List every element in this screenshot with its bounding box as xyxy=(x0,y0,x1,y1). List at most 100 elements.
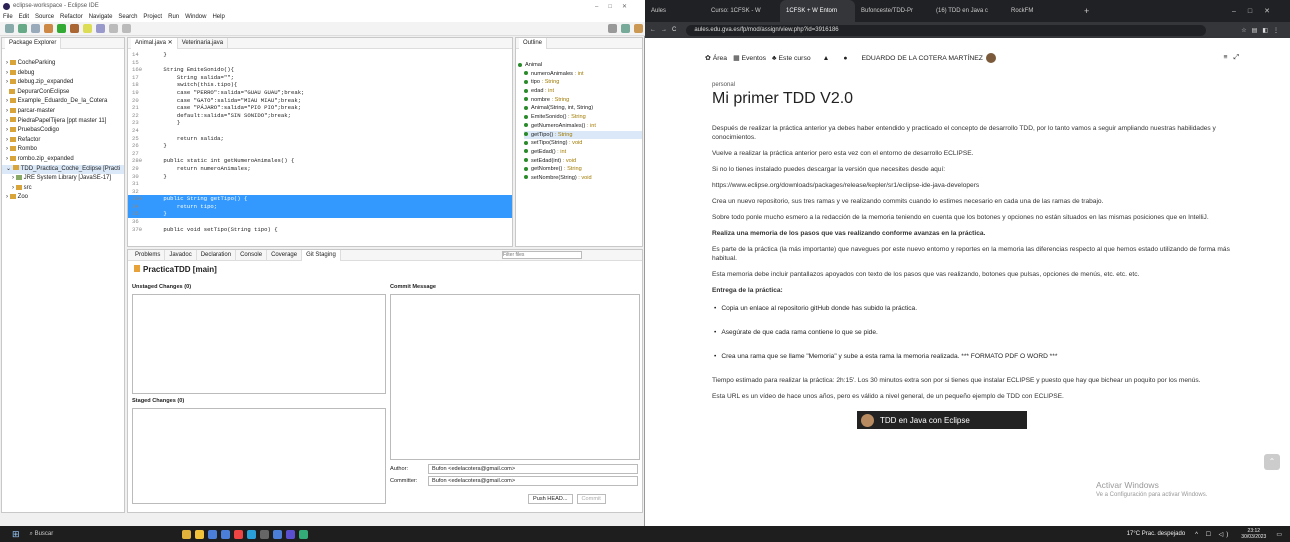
java-perspective-icon[interactable] xyxy=(634,24,643,33)
outline-item[interactable]: getNombre() : String xyxy=(524,165,642,174)
taskbar-search[interactable]: ⌕ Buscar xyxy=(30,531,180,538)
nav-eventos[interactable]: Eventos xyxy=(741,55,766,62)
committer-field[interactable]: Bufon <edelacotera@gmail.com> xyxy=(428,476,638,486)
app-icon[interactable] xyxy=(298,529,308,539)
bell-icon[interactable]: ▲ xyxy=(823,55,830,62)
code-line[interactable]: 20 case "GATO":salida="MIAU MIAU";break; xyxy=(128,97,512,105)
tree-item[interactable]: › Zoo xyxy=(2,193,124,203)
code-line[interactable]: 30 } xyxy=(128,173,512,181)
code-line[interactable]: 21 case "PÁJARO":salida="PIO PIO";break; xyxy=(128,104,512,112)
tab-veterinaria-java[interactable]: Veterinaria.java xyxy=(178,37,229,49)
outline-item[interactable]: Animal(String, int, String) xyxy=(524,104,642,113)
menu-help[interactable]: Help xyxy=(209,14,227,20)
chat-icon[interactable]: ● xyxy=(843,55,847,62)
outline-item[interactable]: setTipo(String) : void xyxy=(524,139,642,148)
tree-item[interactable]: › debug xyxy=(2,69,124,79)
code-line[interactable]: 15 xyxy=(128,59,512,67)
tab-declaration[interactable]: Declaration xyxy=(197,249,237,261)
tree-item[interactable]: › PiedraPapelTijera [ppt master 11] xyxy=(2,117,124,127)
code-line[interactable]: 33⊖ public String getTipo() { xyxy=(128,195,512,203)
tab-coverage[interactable]: Coverage xyxy=(267,249,303,261)
nav-buttons-icon[interactable]: ←→C xyxy=(645,27,686,33)
code-line[interactable]: 17 String salida=""; xyxy=(128,74,512,82)
tab-github[interactable]: Bufonceste/TDD-Pr xyxy=(855,0,930,22)
weather[interactable]: 17°C Prac. despejado xyxy=(1127,531,1185,537)
tab-outline[interactable]: Outline xyxy=(519,37,548,49)
code-line[interactable]: 36 xyxy=(128,218,512,226)
tab-package-explorer[interactable]: Package Explorer xyxy=(5,37,62,49)
tree-item[interactable]: › src xyxy=(2,184,124,194)
menu-run[interactable]: Run xyxy=(165,14,182,20)
tree-item[interactable]: ⌄ TDD_Practica_Coche_Eclipse [Practi xyxy=(2,164,124,175)
outline-item[interactable]: numeroAnimales : int xyxy=(524,70,642,79)
run-icon[interactable] xyxy=(57,24,66,33)
outline-item[interactable]: setNombre(String) : void xyxy=(524,174,642,183)
app-icon[interactable] xyxy=(259,529,269,539)
tree-item[interactable]: › Rombo xyxy=(2,145,124,155)
code-line[interactable]: 26 } xyxy=(128,142,512,150)
tab-problems[interactable]: Problems xyxy=(131,249,166,261)
nav-curso[interactable]: Este curso xyxy=(779,55,811,62)
edge-icon[interactable] xyxy=(246,529,256,539)
new-java-class-icon[interactable] xyxy=(83,24,92,33)
url-field[interactable]: aules.edu.gva.es/fp/mod/assign/view.php?… xyxy=(686,24,1207,36)
code-line[interactable]: 25 return salida; xyxy=(128,135,512,143)
coverage-icon[interactable] xyxy=(70,24,79,33)
menu-refactor[interactable]: Refactor xyxy=(57,14,86,20)
menu-file[interactable]: File xyxy=(0,14,16,20)
menu-search[interactable]: Search xyxy=(115,14,140,20)
tree-item[interactable]: › PruebasCodigo xyxy=(2,126,124,136)
app-icon[interactable] xyxy=(220,529,230,539)
clock[interactable]: 23:12 30/03/2023 xyxy=(1241,528,1266,540)
user-name[interactable]: EDUARDO DE LA COTERA MARTÍNEZ xyxy=(861,55,982,62)
commit-button[interactable]: Commit xyxy=(576,494,606,504)
code-line[interactable]: 23 } xyxy=(128,119,512,127)
nav-area[interactable]: Área xyxy=(713,55,727,62)
chrome-icon[interactable] xyxy=(233,529,243,539)
tree-item[interactable]: › CocheParking xyxy=(2,59,124,69)
commit-message-input[interactable] xyxy=(390,294,640,460)
code-line[interactable]: 32 xyxy=(128,188,512,196)
new-icon[interactable] xyxy=(5,24,14,33)
code-line[interactable]: 22 default:salida="SIN SONIDO";break; xyxy=(128,112,512,120)
file-explorer-icon[interactable] xyxy=(194,529,204,539)
open-type-icon[interactable] xyxy=(96,24,105,33)
menu-source[interactable]: Source xyxy=(32,14,57,20)
tab-youtube[interactable]: (16) TDD en Java c xyxy=(930,0,1005,22)
outline-item[interactable]: Animal xyxy=(518,61,642,70)
tab-entornos[interactable]: 1CFSK + W Entorn xyxy=(780,0,855,22)
window-controls-icon[interactable]: –□✕ xyxy=(1232,7,1282,15)
author-field[interactable]: Bufon <edelacotera@gmail.com> xyxy=(428,464,638,474)
code-line[interactable]: 31 xyxy=(128,180,512,188)
perspective-icon[interactable] xyxy=(621,24,630,33)
tree-item[interactable]: › rombo.zip_expanded xyxy=(2,155,124,165)
app-icon[interactable] xyxy=(272,529,282,539)
outline-item[interactable]: nombre : String xyxy=(524,96,642,105)
outline-item[interactable]: edad : int xyxy=(524,87,642,96)
notifications-icon[interactable]: ▭ xyxy=(1276,531,1282,538)
extensions-icon[interactable]: ☆▤◧⋮ xyxy=(1241,27,1284,34)
menu-navigate[interactable]: Navigate xyxy=(86,14,116,20)
tray-icons-icon[interactable]: ^ ☐ ◁) xyxy=(1195,531,1231,538)
back-icon[interactable] xyxy=(109,24,118,33)
code-line[interactable]: 34 return tipo; xyxy=(128,202,512,211)
tab-rockfm[interactable]: RockFM xyxy=(1005,0,1080,22)
tree-item[interactable]: DepurarConEclipse xyxy=(2,88,124,98)
code-line[interactable]: 18 switch(this.tipo){ xyxy=(128,81,512,89)
tab-javadoc[interactable]: Javadoc xyxy=(165,249,197,261)
menu-window[interactable]: Window xyxy=(182,14,209,20)
drawer-toggle-icon[interactable]: ≡⤢ xyxy=(1224,54,1245,62)
new-tab-icon[interactable]: + xyxy=(1084,6,1089,16)
save-icon[interactable] xyxy=(18,24,27,33)
code-line[interactable]: 16⊖ String EmiteSonido(){ xyxy=(128,66,512,74)
tab-git-staging[interactable]: Git Staging xyxy=(302,249,341,261)
tree-item[interactable]: › JRE System Library [JavaSE-17] xyxy=(2,174,124,184)
tree-item[interactable]: › Refactor xyxy=(2,136,124,146)
code-line[interactable]: 35 } xyxy=(128,210,512,219)
tab-animal-java[interactable]: Animal.java ✕ xyxy=(131,37,178,49)
code-lines[interactable]: 14 } 15 16⊖ String EmiteSonido(){17 String… xyxy=(128,49,512,233)
code-line[interactable]: 37⊖ public void setTipo(String tipo) { xyxy=(128,226,512,234)
outline-item[interactable]: getTipo() : String xyxy=(524,130,642,140)
code-line[interactable]: 28⊖ public static int getNumeroAnimales(… xyxy=(128,157,512,165)
tab-aules[interactable]: Aules xyxy=(645,0,705,22)
